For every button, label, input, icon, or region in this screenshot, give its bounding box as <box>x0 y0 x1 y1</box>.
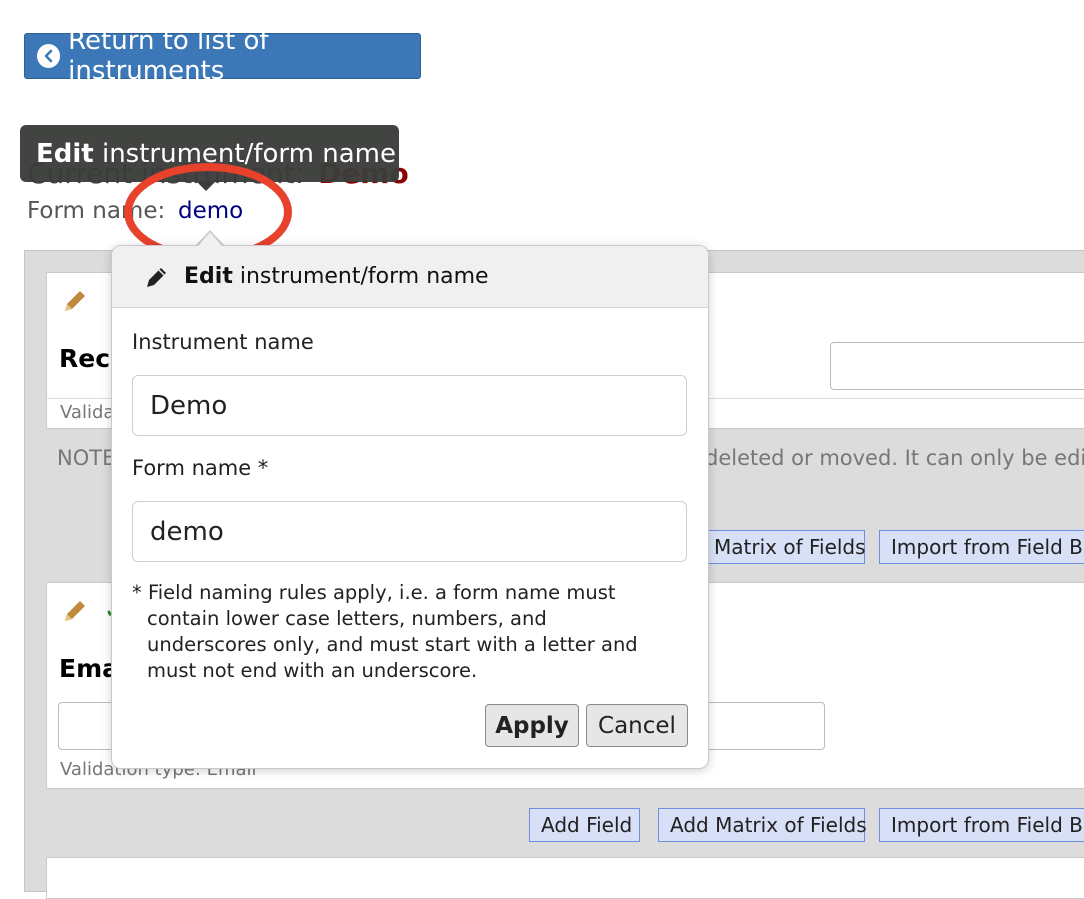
import-field-bank-button[interactable]: Import from Field Ba <box>879 808 1084 842</box>
pencil-icon <box>144 264 170 290</box>
add-matrix-button[interactable]: Matrix of Fields <box>702 530 866 564</box>
return-label: Return to list of instruments <box>68 26 269 86</box>
instrument-name-label: Instrument name <box>132 330 314 354</box>
tooltip-bold: Edit <box>36 138 94 169</box>
popover-arrow-fill <box>198 232 222 246</box>
validation-text: Valida <box>60 402 115 423</box>
cancel-button[interactable]: Cancel <box>586 704 688 747</box>
popover-title-bold: Edit <box>184 264 233 289</box>
note-line: underscores only, and must start with a … <box>147 633 638 656</box>
popover-header: Edit instrument/form name <box>112 246 708 308</box>
note-line: must not end with an underscore. <box>147 659 478 682</box>
add-matrix-button[interactable]: Add Matrix of Fields <box>658 808 867 842</box>
naming-rules-note: * Field naming rules apply, i.e. a form … <box>132 580 692 684</box>
add-field-button[interactable]: Add Field <box>529 808 640 842</box>
note-line: contain lower case letters, numbers, and <box>147 607 547 630</box>
note-text-right: deleted or moved. It can only be edite <box>705 446 1084 470</box>
popover-title: instrument/form name <box>232 264 489 289</box>
form-name-input[interactable]: demo <box>132 501 687 562</box>
return-to-instruments-button[interactable]: Return to list of instruments <box>24 26 421 86</box>
field-label: Ema <box>59 654 119 683</box>
record-id-input[interactable] <box>830 342 1084 390</box>
tooltip-text: instrument/form name <box>93 138 396 169</box>
pencil-icon[interactable] <box>60 596 90 633</box>
note-text-left: NOTE <box>57 446 116 470</box>
instrument-name-input[interactable]: Demo <box>132 375 687 436</box>
pencil-icon[interactable] <box>60 286 90 323</box>
apply-button[interactable]: Apply <box>485 704 579 747</box>
chevron-left-circle-icon <box>37 44 61 68</box>
field-next <box>46 857 1084 899</box>
form-name-field-label: Form name * <box>132 456 269 480</box>
import-field-bank-button[interactable]: Import from Field Ba <box>879 530 1084 564</box>
note-line: * Field naming rules apply, i.e. a form … <box>132 581 616 604</box>
